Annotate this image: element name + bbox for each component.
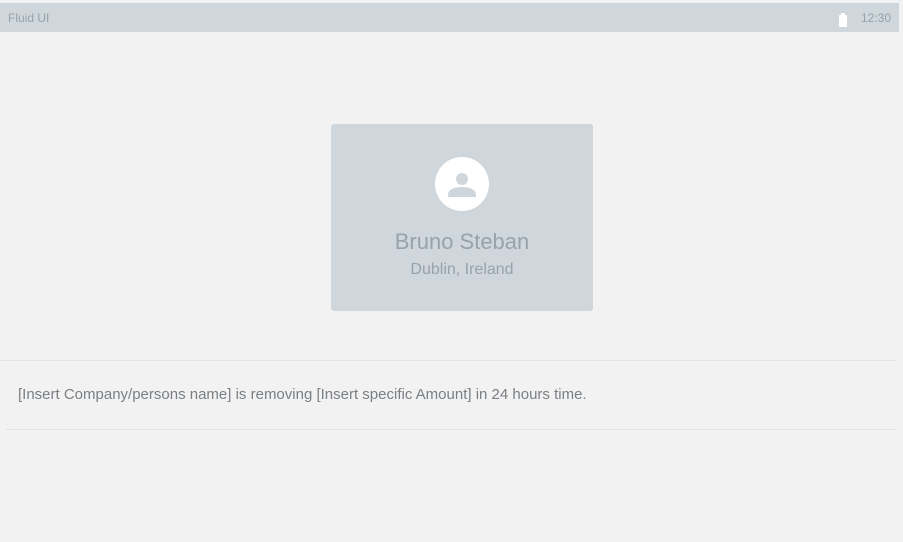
app-name: Fluid UI: [8, 11, 50, 25]
avatar[interactable]: [435, 157, 489, 211]
profile-name: Bruno Steban: [394, 229, 530, 254]
profile-location: Dublin, Ireland: [410, 261, 514, 278]
app-screen: Fluid UI 12:30 Bruno Steban Dublin, Irel…: [0, 0, 903, 542]
battery-icon: [838, 13, 848, 27]
status-bar: Fluid UI 12:30: [0, 3, 899, 32]
person-icon: [448, 173, 476, 197]
clock: 12:30: [861, 11, 892, 25]
profile-card[interactable]: Bruno Steban Dublin, Ireland: [331, 124, 593, 311]
divider: [0, 360, 897, 361]
divider: [6, 429, 897, 430]
notice-message: [Insert Company/persons name] is removin…: [18, 386, 587, 403]
